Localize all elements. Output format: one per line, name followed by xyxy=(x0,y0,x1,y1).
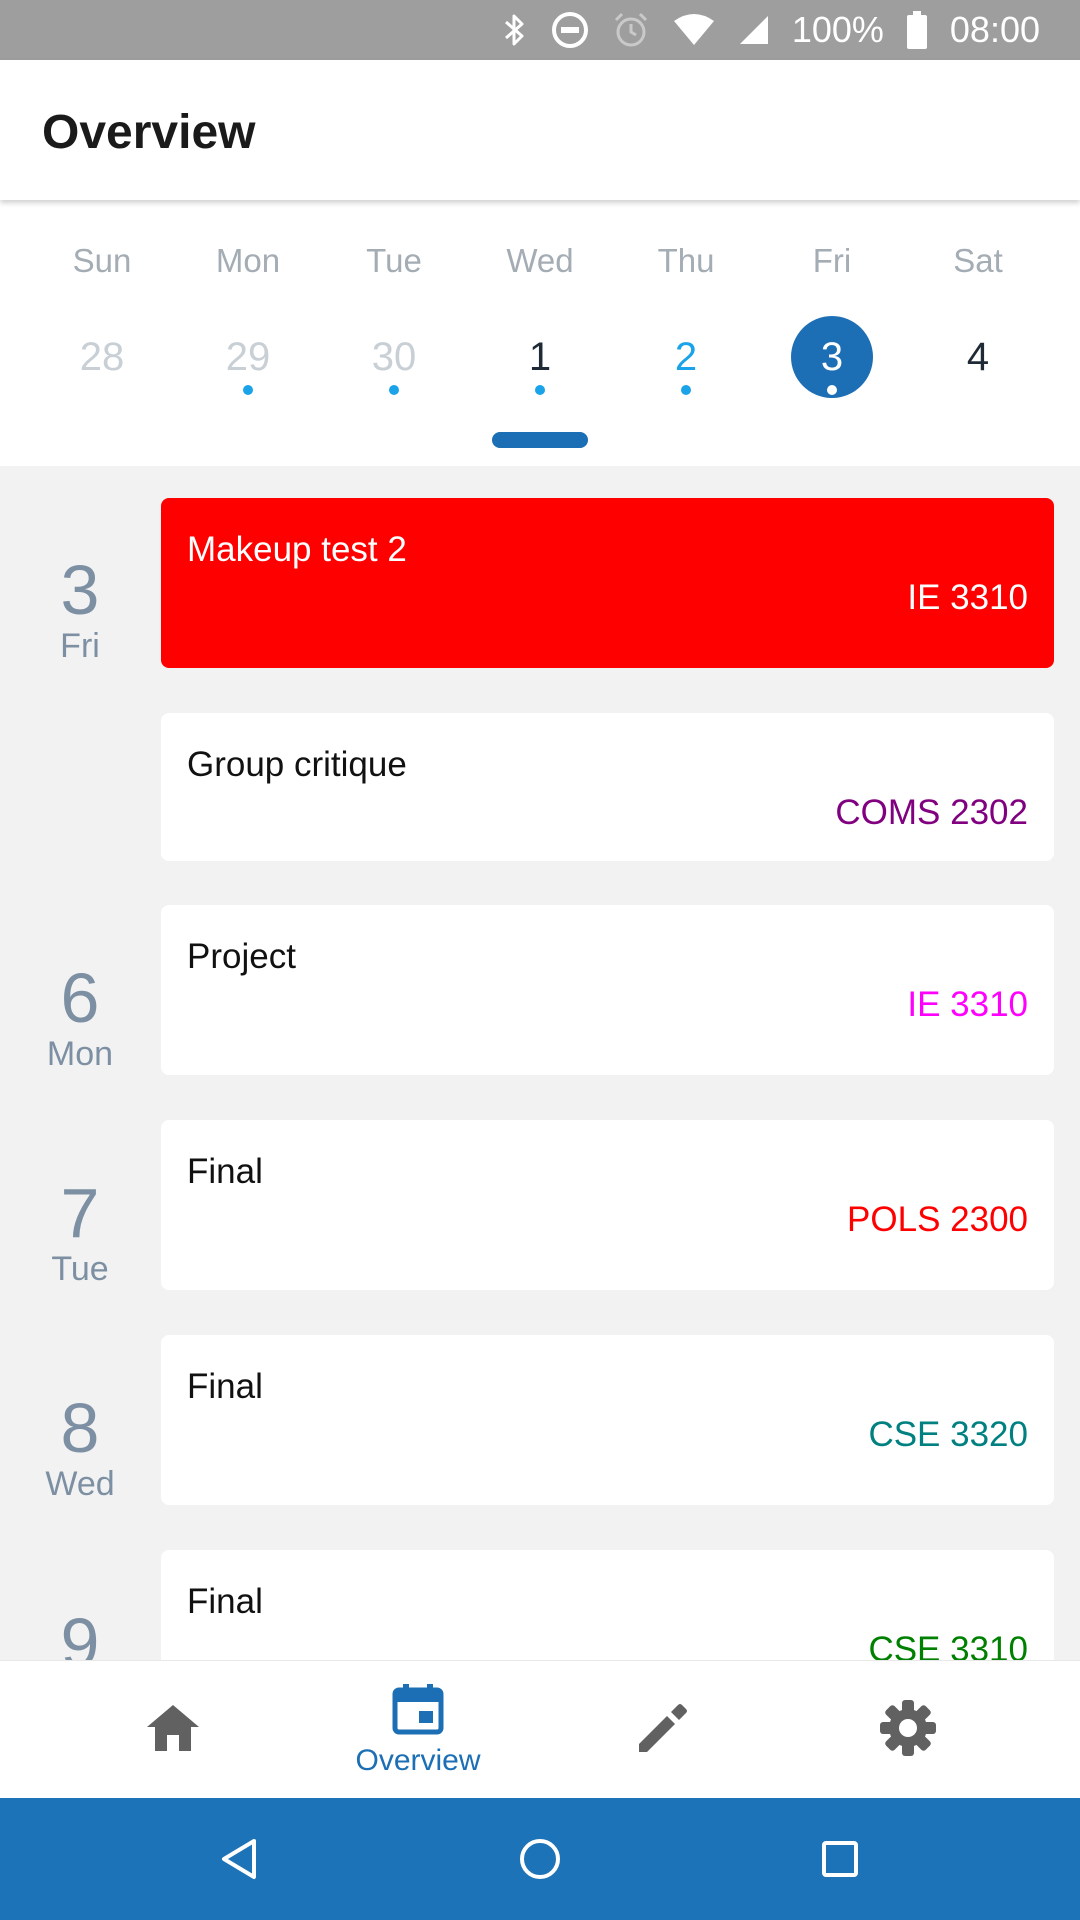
date-weekday: Tue xyxy=(51,1250,109,1288)
day-sun[interactable]: Sun 28 xyxy=(29,200,175,430)
event-card[interactable]: Final CSE 3310 xyxy=(161,1550,1054,1660)
calendar-icon xyxy=(392,1683,444,1740)
home-circle-icon[interactable] xyxy=(517,1836,563,1882)
event-course-code: IE 3310 xyxy=(907,578,1028,617)
day-name: Mon xyxy=(215,242,281,279)
day-number: 1 xyxy=(528,334,552,379)
day-sat[interactable]: Sat 4 xyxy=(905,200,1051,430)
nav-settings[interactable] xyxy=(773,1661,1043,1799)
day-wed[interactable]: Wed 1 xyxy=(467,200,613,430)
bottom-nav: Overview xyxy=(0,1660,1080,1798)
nav-home[interactable] xyxy=(38,1661,308,1799)
week-drag-handle[interactable] xyxy=(492,432,588,448)
date-number: 6 xyxy=(60,959,100,1037)
day-number: 3 xyxy=(820,334,844,379)
nav-overview[interactable]: Overview xyxy=(283,1661,553,1799)
event-card[interactable]: Makeup test 2 IE 3310 xyxy=(161,498,1054,668)
nav-overview-label: Overview xyxy=(355,1743,481,1777)
date-number: 9 xyxy=(60,1604,100,1660)
event-card[interactable]: Final CSE 3320 xyxy=(161,1335,1054,1505)
page-title: Overview xyxy=(42,106,256,159)
date-label: 7 Tue xyxy=(0,1177,160,1289)
date-label: 6 Mon xyxy=(0,962,160,1074)
event-course-code: IE 3310 xyxy=(907,985,1028,1024)
do-not-disturb-icon xyxy=(550,10,590,50)
nav-edit[interactable] xyxy=(528,1661,798,1799)
date-label: 9 xyxy=(0,1607,160,1660)
event-title: Makeup test 2 xyxy=(187,530,407,569)
day-name: Tue xyxy=(366,242,422,279)
alarm-icon xyxy=(612,11,650,49)
day-number: 2 xyxy=(674,334,698,379)
system-nav-bar xyxy=(0,1798,1080,1920)
event-title: Final xyxy=(187,1367,263,1406)
day-number: 28 xyxy=(79,334,125,379)
event-list[interactable]: 3 Fri Makeup test 2 IE 3310 Group critique CO… xyxy=(0,466,1080,1660)
day-number: 4 xyxy=(966,334,990,379)
date-label: 3 Fri xyxy=(0,554,160,666)
event-course-code: POLS 2300 xyxy=(847,1200,1028,1239)
day-number: 30 xyxy=(371,334,417,379)
date-weekday: Wed xyxy=(45,1465,115,1503)
event-indicator-dot xyxy=(389,385,399,395)
clock: 08:00 xyxy=(949,9,1040,50)
wifi-icon xyxy=(672,13,716,47)
event-indicator-dot xyxy=(243,385,253,395)
event-title: Final xyxy=(187,1152,263,1191)
day-name: Wed xyxy=(506,242,574,279)
day-thu[interactable]: Thu 2 xyxy=(613,200,759,430)
back-icon[interactable] xyxy=(217,1836,263,1882)
event-title: Project xyxy=(187,937,296,976)
day-name: Fri xyxy=(812,242,852,279)
week-strip: Sun 28 Mon 29 Tue 30 Wed 1 Thu 2 Fri 3 Sat 4 xyxy=(0,200,1080,466)
pencil-icon xyxy=(637,1702,689,1759)
event-course-code: CSE 3320 xyxy=(868,1415,1028,1454)
day-fri[interactable]: Fri 3 xyxy=(759,200,905,430)
battery-percent: 100% xyxy=(791,9,884,50)
event-title: Group critique xyxy=(187,745,407,784)
gear-icon xyxy=(879,1699,937,1762)
event-title: Final xyxy=(187,1582,263,1621)
day-tue[interactable]: Tue 30 xyxy=(321,200,467,430)
app-bar: Overview xyxy=(0,60,1080,200)
recents-icon[interactable] xyxy=(817,1836,863,1882)
event-course-code: CSE 3310 xyxy=(868,1630,1028,1660)
day-number: 29 xyxy=(225,334,271,379)
date-label: 8 Wed xyxy=(0,1392,160,1504)
battery-icon xyxy=(906,11,928,49)
event-card[interactable]: Final POLS 2300 xyxy=(161,1120,1054,1290)
event-indicator-dot xyxy=(827,385,837,395)
day-number-wrap: 4 xyxy=(937,316,1019,398)
bluetooth-icon xyxy=(502,12,528,48)
day-name: Sat xyxy=(953,242,1003,279)
day-number-wrap: 28 xyxy=(61,316,143,398)
date-number: 8 xyxy=(60,1389,100,1467)
date-weekday: Mon xyxy=(46,1035,114,1073)
home-icon xyxy=(145,1703,201,1758)
event-card[interactable]: Group critique COMS 2302 xyxy=(161,713,1054,861)
day-name: Sun xyxy=(72,242,132,279)
event-card[interactable]: Project IE 3310 xyxy=(161,905,1054,1075)
date-number: 3 xyxy=(60,551,100,629)
day-name: Thu xyxy=(657,242,715,279)
date-weekday: Fri xyxy=(60,627,100,665)
day-mon[interactable]: Mon 29 xyxy=(175,200,321,430)
signal-icon xyxy=(738,14,770,46)
status-bar: 100% 08:00 xyxy=(0,0,1080,60)
event-indicator-dot xyxy=(681,385,691,395)
event-course-code: COMS 2302 xyxy=(835,793,1028,832)
date-number: 7 xyxy=(60,1174,100,1252)
event-indicator-dot xyxy=(535,385,545,395)
